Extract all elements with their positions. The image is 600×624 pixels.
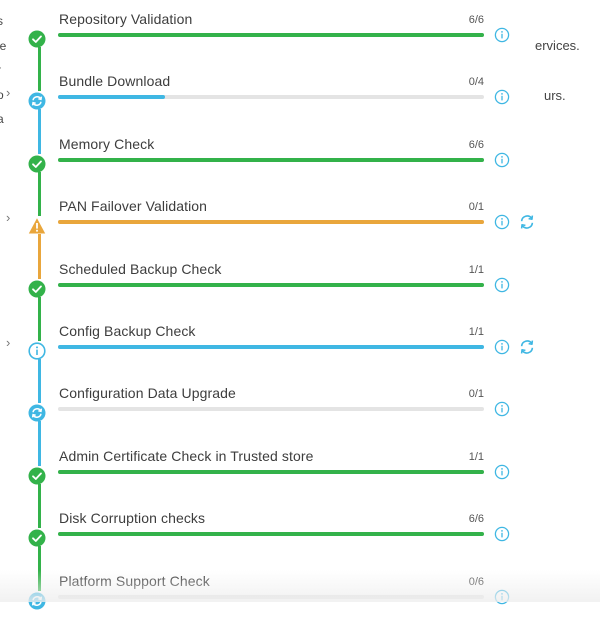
progress-fill: [58, 33, 484, 37]
progress-bar: [58, 157, 484, 162]
check-step: › Bundle Download 0/4: [0, 62, 600, 124]
warning-triangle-icon: [28, 217, 46, 235]
chevron-right-icon[interactable]: ›: [6, 335, 10, 350]
step-label: Configuration Data Upgrade: [59, 385, 236, 402]
step-label: Bundle Download: [59, 73, 171, 90]
step-count: 0/4: [468, 76, 484, 89]
info-outline-circle-icon: [28, 342, 46, 360]
progress-bar: [58, 407, 484, 412]
check-step: › PAN Failover Validation 0/1: [0, 187, 600, 249]
step-count: 6/6: [468, 138, 484, 151]
info-icon[interactable]: [494, 89, 510, 105]
check-step: Memory Check 6/6: [0, 125, 600, 187]
check-step: › Config Backup Check 1/1: [0, 312, 600, 374]
step-count: 1/1: [468, 263, 484, 276]
progress-bar: [58, 345, 484, 349]
chevron-right-icon[interactable]: ›: [6, 85, 10, 100]
progress-bar: [58, 220, 484, 225]
step-label: Memory Check: [59, 135, 155, 152]
check-circle-icon: [28, 30, 46, 48]
info-icon[interactable]: [494, 401, 510, 417]
progress-fill: [58, 532, 484, 537]
step-label: Admin Certificate Check in Trusted store: [59, 447, 314, 464]
step-count: 0/1: [468, 201, 484, 214]
info-icon[interactable]: [494, 526, 510, 542]
info-icon[interactable]: [494, 339, 510, 355]
refresh-icon[interactable]: [518, 213, 536, 231]
info-icon[interactable]: [494, 277, 510, 293]
sync-circle-icon: [28, 592, 46, 610]
check-step: Repository Validation 6/6: [0, 0, 600, 62]
step-count: 6/6: [468, 14, 484, 26]
progress-bar: [58, 469, 484, 474]
check-step: Configuration Data Upgrade 0/1: [0, 374, 600, 436]
step-label: Disk Corruption checks: [59, 510, 206, 527]
info-icon[interactable]: [494, 464, 510, 480]
check-circle-icon: [28, 155, 46, 173]
progress-fill: [58, 282, 484, 287]
step-label: Repository Validation: [59, 11, 193, 27]
sync-circle-icon: [28, 404, 46, 422]
refresh-icon[interactable]: [518, 338, 536, 356]
info-icon[interactable]: [494, 589, 510, 605]
check-step: Platform Support Check 0/6: [0, 562, 600, 624]
progress-fill: [58, 157, 484, 162]
step-count: 1/1: [468, 450, 484, 463]
progress-fill: [58, 469, 484, 474]
check-circle-icon: [28, 280, 46, 298]
step-label: Scheduled Backup Check: [59, 260, 222, 277]
progress-bar: [58, 282, 484, 287]
check-circle-icon: [28, 529, 46, 547]
step-count: 1/1: [468, 326, 484, 338]
step-label: Config Backup Check: [59, 323, 196, 339]
progress-bar: [58, 95, 484, 100]
step-count: 6/6: [468, 513, 484, 526]
step-count: 0/6: [468, 575, 484, 588]
check-step: Scheduled Backup Check 1/1: [0, 250, 600, 312]
chevron-right-icon[interactable]: ›: [6, 210, 10, 225]
progress-fill: [58, 220, 484, 225]
check-step: Admin Certificate Check in Trusted store…: [0, 437, 600, 499]
sync-circle-icon: [28, 92, 46, 110]
info-icon[interactable]: [494, 27, 510, 43]
step-label: Platform Support Check: [59, 572, 210, 589]
progress-bar: [58, 594, 484, 599]
progress-bar: [58, 33, 484, 37]
progress-bar: [58, 532, 484, 537]
progress-fill: [58, 95, 165, 100]
progress-fill: [58, 345, 484, 349]
info-icon[interactable]: [494, 214, 510, 230]
check-circle-icon: [28, 467, 46, 485]
step-count: 0/1: [468, 388, 484, 401]
step-label: PAN Failover Validation: [59, 198, 208, 215]
check-step: Disk Corruption checks 6/6: [0, 499, 600, 561]
info-icon[interactable]: [494, 152, 510, 168]
